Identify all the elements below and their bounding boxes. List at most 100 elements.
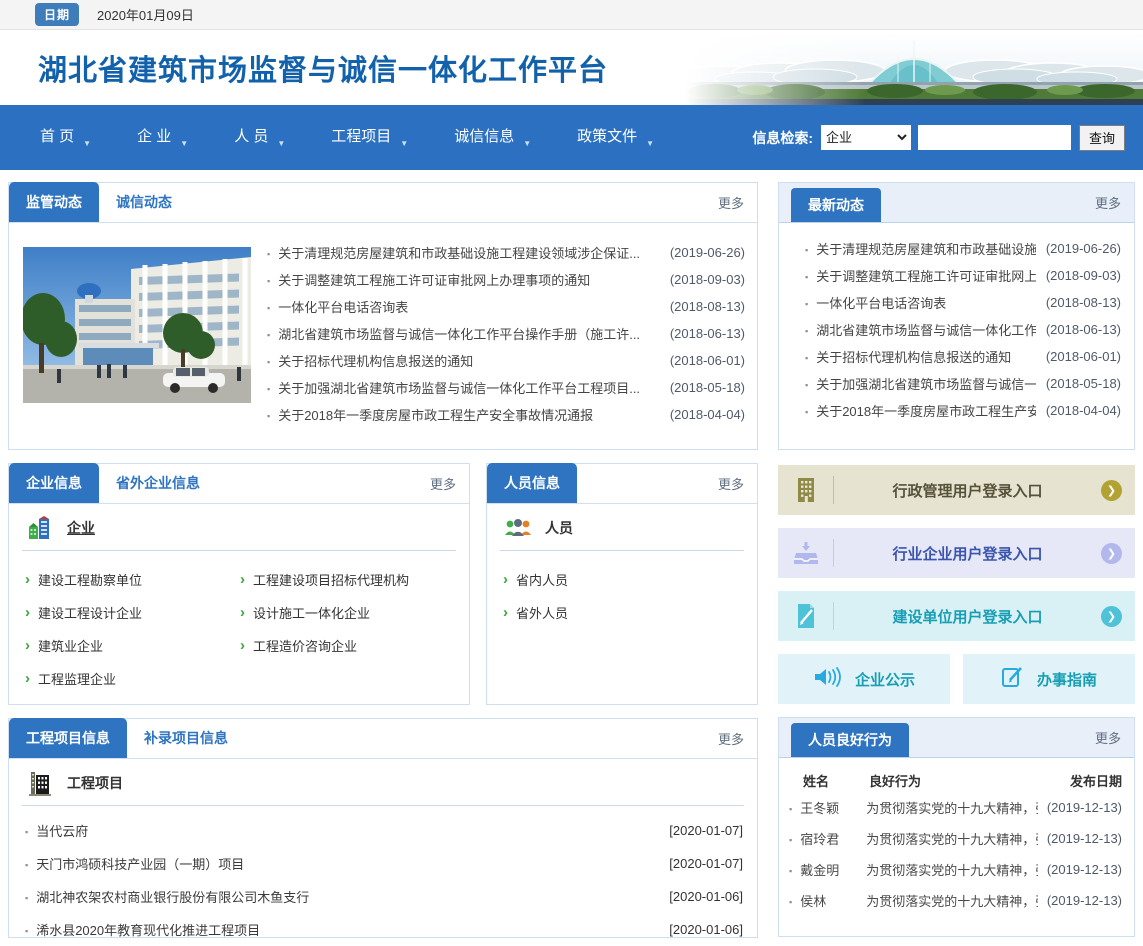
news-item[interactable]: 关于招标代理机构信息报送的通知(2018-06-01) (803, 343, 1121, 370)
chevron-down-icon (646, 133, 654, 150)
news-item[interactable]: 关于2018年一季度房屋市政工程生产安全事故情况通报(2018-04-04) (265, 401, 745, 428)
project-item[interactable]: 天门市鸿硕科技产业园（一期）项目[2020-01-07] (23, 847, 743, 880)
search-input[interactable] (918, 125, 1071, 150)
news-title[interactable]: 关于调整建筑工程施工许可证审批网上办理事项的通知 (278, 270, 660, 289)
project-title[interactable]: 湖北神农架农村商业银行股份有限公司木鱼支行 (36, 887, 659, 906)
news-title[interactable]: 湖北省建筑市场监督与诚信一体化工作平台操作手册（施工许... (278, 324, 660, 343)
table-row[interactable]: 宿玲君为贯彻落实党的十九大精神，弘扬...(2019-12-13) (779, 823, 1134, 854)
panel-personnel-info: 人员信息 更多 人员 省内人员 (486, 463, 758, 705)
tab-out-of-province-enterprise[interactable]: 省外企业信息 (99, 463, 217, 503)
tab-project-info[interactable]: 工程项目信息 (9, 718, 127, 758)
tab-supervision-news[interactable]: 监管动态 (9, 182, 99, 222)
bullet-icon (803, 295, 816, 310)
project-item[interactable]: 湖北神农架农村商业银行股份有限公司木鱼支行[2020-01-06] (23, 880, 743, 913)
news-title[interactable]: 关于调整建筑工程施工许可证审批网上办理... (816, 266, 1036, 285)
tab-personnel-info[interactable]: 人员信息 (487, 463, 577, 503)
project-title[interactable]: 天门市鸿硕科技产业园（一期）项目 (36, 854, 659, 873)
search-button[interactable]: 查询 (1079, 125, 1125, 151)
news-item[interactable]: 关于清理规范房屋建筑和市政基础设施工程...(2019-06-26) (803, 235, 1121, 262)
construction-unit-login-button[interactable]: 建设单位用户登录入口 (778, 591, 1135, 641)
news-item[interactable]: 湖北省建筑市场监督与诚信一体化工作平台...(2018-06-13) (803, 316, 1121, 343)
link-in-province-personnel[interactable]: 省内人员 (503, 563, 757, 596)
behavior-text[interactable]: 为贯彻落实党的十九大精神，弘扬... (866, 860, 1038, 879)
nav-item-integrity[interactable]: 诚信信息 (454, 125, 531, 150)
link-construction-enterprises[interactable]: 建筑业企业 (25, 629, 240, 662)
enterprise-section-link[interactable]: 企业 (67, 518, 95, 538)
news-title[interactable]: 关于清理规范房屋建筑和市政基础设施工程... (816, 239, 1036, 258)
tab-good-behavior[interactable]: 人员良好行为 (791, 723, 909, 757)
bullet-icon (803, 403, 816, 418)
nav-item-projects[interactable]: 工程项目 (331, 125, 408, 150)
news-item[interactable]: 一体化平台电话咨询表(2018-08-13) (803, 289, 1121, 316)
more-link-enterprise[interactable]: 更多 (430, 474, 469, 493)
news-title[interactable]: 关于加强湖北省建筑市场监督与诚信一体化... (816, 374, 1036, 393)
nav-item-home[interactable]: 首 页 (40, 125, 91, 150)
bullet-icon (265, 353, 278, 368)
search-category-select[interactable]: 企业 (821, 125, 911, 150)
bullet-icon (803, 241, 816, 256)
link-cost-consulting-enterprises[interactable]: 工程造价咨询企业 (240, 629, 469, 662)
news-title[interactable]: 湖北省建筑市场监督与诚信一体化工作平台... (816, 320, 1036, 339)
project-title[interactable]: 当代云府 (36, 821, 659, 840)
tab-integrity-news[interactable]: 诚信动态 (99, 182, 189, 222)
table-row[interactable]: 侯林为贯彻落实党的十九大精神，弘扬...(2019-12-13) (779, 885, 1134, 916)
news-title[interactable]: 关于2018年一季度房屋市政工程生产安全事故情况通报 (278, 405, 660, 424)
table-row[interactable]: 戴金明为贯彻落实党的十九大精神，弘扬...(2019-12-13) (779, 854, 1134, 885)
chevron-down-icon (180, 133, 188, 150)
service-guide-button[interactable]: 办事指南 (963, 654, 1135, 704)
news-item[interactable]: 关于招标代理机构信息报送的通知(2018-06-01) (265, 347, 745, 374)
news-date: (2019-06-26) (670, 245, 745, 260)
date-value: 2020年01月09日 (97, 5, 194, 24)
link-design-build-enterprises[interactable]: 设计施工一体化企业 (240, 596, 469, 629)
news-title[interactable]: 关于2018年一季度房屋市政工程生产安... (816, 401, 1036, 420)
more-link-good-behavior[interactable]: 更多 (1095, 728, 1134, 747)
nav-item-personnel[interactable]: 人 员 (234, 125, 285, 150)
news-item[interactable]: 关于加强湖北省建筑市场监督与诚信一体化工作平台工程项目...(2018-05-1… (265, 374, 745, 401)
news-title[interactable]: 关于清理规范房屋建筑和市政基础设施工程建设领域涉企保证... (278, 243, 660, 262)
news-title[interactable]: 关于加强湖北省建筑市场监督与诚信一体化工作平台工程项目... (278, 378, 660, 397)
projects-section-head: 工程项目 (9, 759, 757, 805)
news-item[interactable]: 关于调整建筑工程施工许可证审批网上办理事项的通知 (2018-09-03) (265, 266, 745, 293)
link-out-province-personnel[interactable]: 省外人员 (503, 596, 757, 629)
project-item[interactable]: 当代云府[2020-01-07] (23, 814, 743, 847)
more-link-personnel[interactable]: 更多 (718, 474, 757, 493)
link-supervision-enterprises[interactable]: 工程监理企业 (25, 662, 240, 695)
industry-enterprise-login-button[interactable]: 行业企业用户登录入口 (778, 528, 1135, 578)
admin-login-button[interactable]: 行政管理用户登录入口 (778, 465, 1135, 515)
personnel-section-link[interactable]: 人员 (545, 518, 573, 538)
behavior-text[interactable]: 为贯彻落实党的十九大精神，弘扬... (866, 798, 1038, 817)
nav-item-enterprise[interactable]: 企 业 (137, 125, 188, 150)
more-link-supervision[interactable]: 更多 (718, 193, 757, 212)
projects-section-link[interactable]: 工程项目 (67, 773, 123, 793)
behavior-text[interactable]: 为贯彻落实党的十九大精神，弘扬... (866, 891, 1038, 910)
chevron-down-icon (83, 133, 91, 150)
project-item[interactable]: 浠水县2020年教育现代化推进工程项目[2020-01-06] (23, 913, 743, 946)
link-design-enterprises[interactable]: 建设工程设计企业 (25, 596, 240, 629)
table-row[interactable]: 王冬颖为贯彻落实党的十九大精神，弘扬...(2019-12-13) (779, 792, 1134, 823)
tab-enterprise-info[interactable]: 企业信息 (9, 463, 99, 503)
news-item[interactable]: 一体化平台电话咨询表(2018-08-13) (265, 293, 745, 320)
enterprise-publicity-button[interactable]: 企业公示 (778, 654, 950, 704)
news-date: (2018-09-03) (670, 272, 745, 287)
nav-item-policy[interactable]: 政策文件 (577, 125, 654, 150)
tab-supplementary-project-info[interactable]: 补录项目信息 (127, 718, 245, 758)
people-icon (503, 513, 533, 543)
news-title[interactable]: 一体化平台电话咨询表 (278, 297, 660, 316)
news-title[interactable]: 一体化平台电话咨询表 (816, 293, 1036, 312)
news-item[interactable]: 关于加强湖北省建筑市场监督与诚信一体化...(2018-05-18) (803, 370, 1121, 397)
tab-latest-news[interactable]: 最新动态 (791, 188, 881, 222)
news-item[interactable]: 关于2018年一季度房屋市政工程生产安...(2018-04-04) (803, 397, 1121, 424)
news-title[interactable]: 关于招标代理机构信息报送的通知 (816, 347, 1036, 366)
edit-pen-icon (1001, 665, 1025, 694)
news-item[interactable]: 湖北省建筑市场监督与诚信一体化工作平台操作手册（施工许...(2018-06-1… (265, 320, 745, 347)
link-survey-units[interactable]: 建设工程勘察单位 (25, 563, 240, 596)
bullet-icon (265, 407, 278, 422)
news-item[interactable]: 关于调整建筑工程施工许可证审批网上办理...(2018-09-03) (803, 262, 1121, 289)
news-item[interactable]: 关于清理规范房屋建筑和市政基础设施工程建设领域涉企保证... (2019-06-2… (265, 239, 745, 266)
more-link-projects[interactable]: 更多 (718, 729, 757, 748)
project-title[interactable]: 浠水县2020年教育现代化推进工程项目 (36, 920, 659, 939)
behavior-text[interactable]: 为贯彻落实党的十九大精神，弘扬... (866, 829, 1038, 848)
link-bidding-agencies[interactable]: 工程建设项目招标代理机构 (240, 563, 469, 596)
more-link-latest[interactable]: 更多 (1095, 193, 1134, 212)
news-title[interactable]: 关于招标代理机构信息报送的通知 (278, 351, 660, 370)
